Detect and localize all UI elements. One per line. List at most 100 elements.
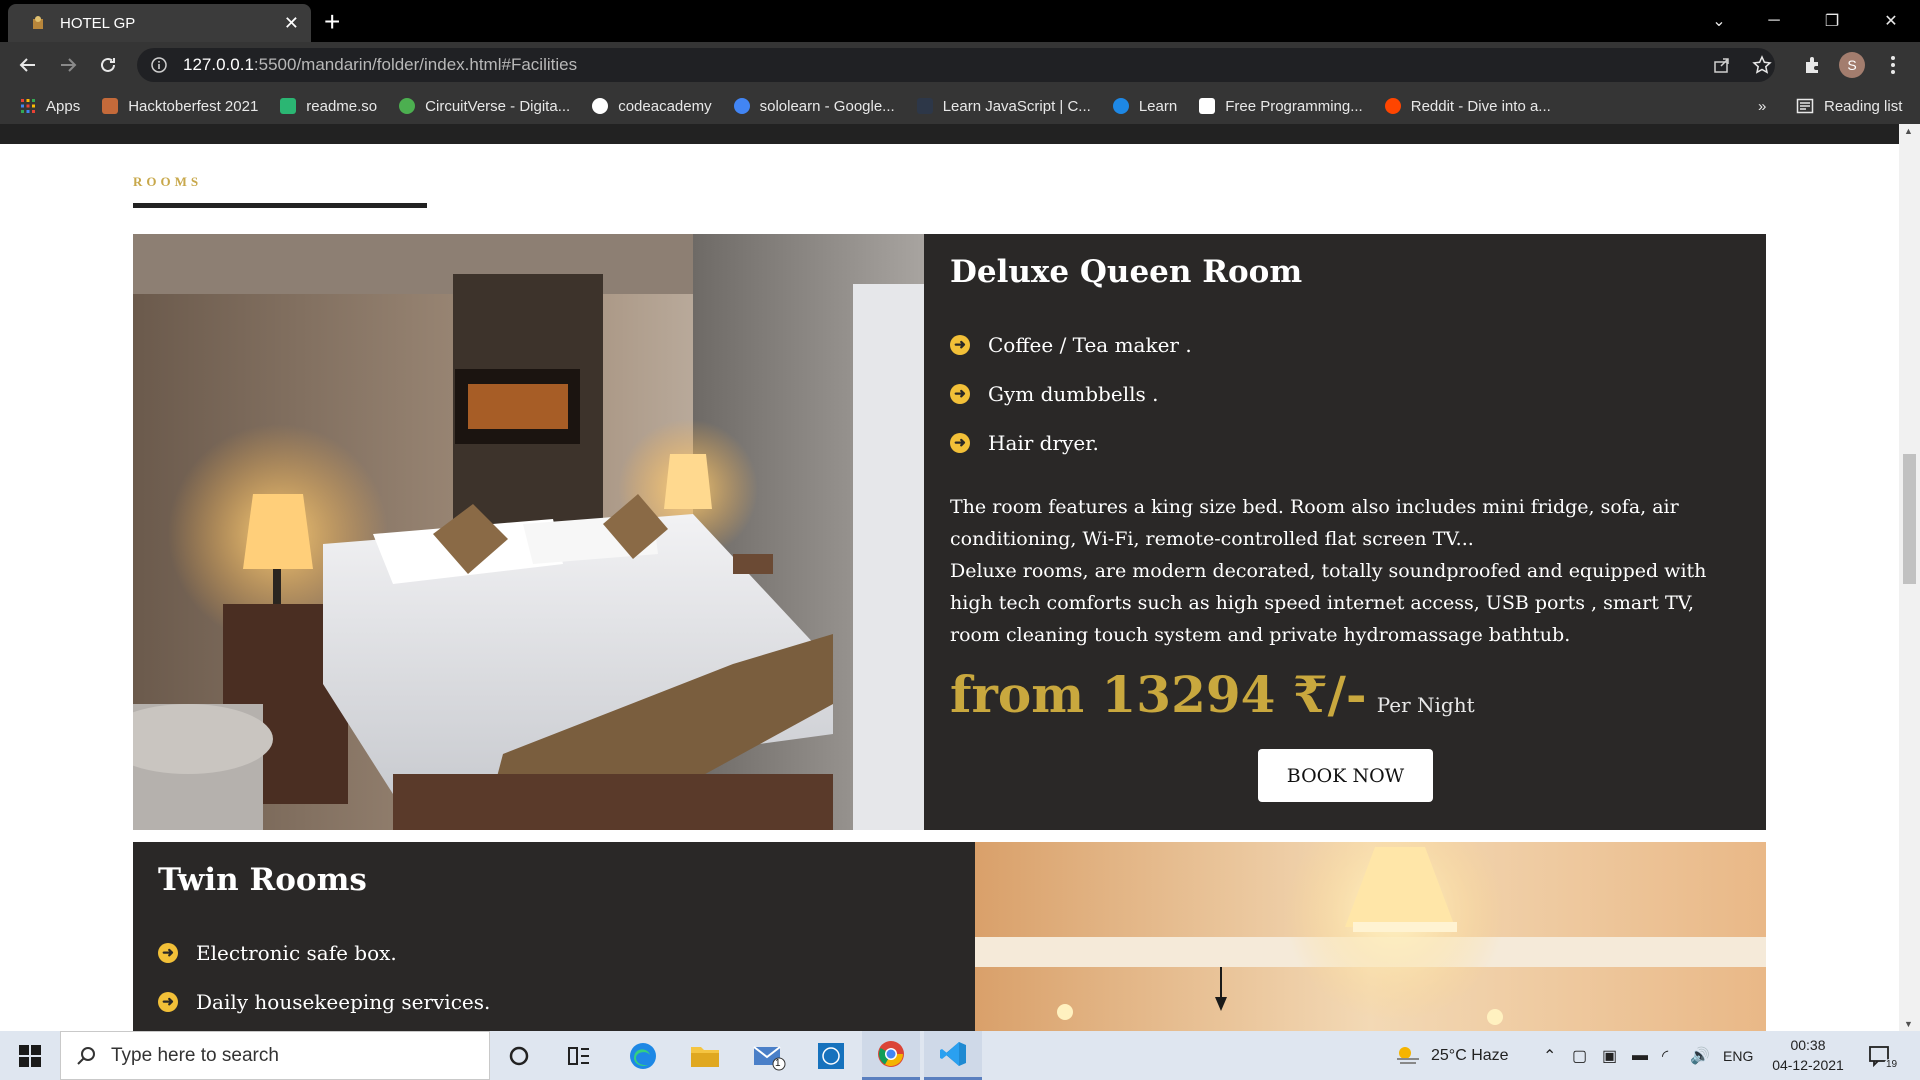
bookmark-free-programming[interactable]: Free Programming... bbox=[1199, 98, 1363, 115]
mail-app[interactable]: 1 bbox=[740, 1031, 798, 1080]
profile-avatar[interactable]: S bbox=[1839, 52, 1865, 78]
system-clock[interactable]: 00:38 04-12-2021 bbox=[1758, 1035, 1858, 1075]
new-tab-button[interactable]: + bbox=[324, 6, 340, 38]
bookmark-apps[interactable]: Apps bbox=[20, 98, 80, 115]
battery-icon[interactable]: ▬ bbox=[1632, 1031, 1648, 1080]
restore-button[interactable]: ❐ bbox=[1803, 0, 1861, 42]
bookmark-hacktoberfest[interactable]: Hacktoberfest 2021 bbox=[102, 98, 258, 115]
arrow-circle-icon: ➜ bbox=[158, 942, 178, 963]
task-view-icon bbox=[568, 1046, 589, 1065]
bookmark-label: Learn JavaScript | C... bbox=[942, 97, 1091, 115]
hacktoberfest-icon bbox=[102, 98, 119, 114]
tab-search-icon[interactable]: ⌄ bbox=[1690, 0, 1748, 42]
bookmark-reddit[interactable]: Reddit - Dive into a... bbox=[1384, 98, 1551, 115]
address-bar[interactable]: 127.0.0.1:5500/mandarin/folder/index.htm… bbox=[137, 48, 1775, 82]
search-icon bbox=[77, 1046, 95, 1065]
free-programming-icon bbox=[1199, 98, 1216, 114]
section-divider bbox=[133, 203, 427, 208]
page-viewport: ROOMS Deluxe Queen Room ➜ Coffee / Tea m… bbox=[0, 124, 1920, 1031]
bookmark-sololearn[interactable]: sololearn - Google... bbox=[733, 97, 895, 115]
amenity-label: Electronic safe box. bbox=[196, 940, 397, 965]
bookmarks-overflow-button[interactable]: » bbox=[1758, 88, 1766, 124]
browser-toolbar: 127.0.0.1:5500/mandarin/folder/index.htm… bbox=[0, 42, 1920, 88]
site-info-icon[interactable] bbox=[151, 57, 167, 73]
room-card-deluxe-queen: Deluxe Queen Room ➜ Coffee / Tea maker . … bbox=[133, 234, 1766, 830]
scrollbar-thumb[interactable] bbox=[1903, 454, 1916, 584]
weather-text: 25°C Haze bbox=[1431, 1046, 1509, 1064]
windows-taskbar: Type here to search 1 25°C Haze ⌃ ▢ ▣ ▬ … bbox=[0, 1031, 1920, 1080]
edge-browser-icon bbox=[630, 1042, 656, 1069]
bookmark-label: CircuitVerse - Digita... bbox=[425, 97, 571, 115]
room-description: The room features a king size bed. Room … bbox=[950, 491, 1740, 651]
bookmark-star-icon[interactable] bbox=[1749, 52, 1775, 78]
arrow-circle-icon: ➜ bbox=[950, 432, 970, 453]
back-button[interactable] bbox=[14, 51, 42, 79]
url-host: 127.0.0.1 bbox=[183, 55, 254, 74]
scroll-down-icon[interactable]: ▼ bbox=[1904, 1019, 1913, 1029]
description-line-2: Deluxe rooms, are modern decorated, tota… bbox=[950, 560, 1707, 646]
tray-chevron-icon[interactable]: ⌃ bbox=[1543, 1031, 1556, 1080]
clock-time: 00:38 bbox=[1790, 1037, 1826, 1053]
page-scrollbar[interactable]: ▲ ▼ bbox=[1899, 124, 1920, 1031]
bookmark-label: sololearn - Google... bbox=[759, 97, 895, 115]
edge-app[interactable] bbox=[614, 1031, 672, 1080]
per-night-label: Per Night bbox=[1376, 693, 1475, 717]
amenity-label: Gym dumbbells . bbox=[988, 381, 1159, 406]
chrome-icon bbox=[878, 1041, 904, 1067]
chrome-app[interactable] bbox=[862, 1031, 920, 1080]
minimize-button[interactable]: ─ bbox=[1745, 0, 1803, 42]
scroll-up-icon[interactable]: ▲ bbox=[1904, 126, 1913, 136]
amenities-list: ➜ Coffee / Tea maker . ➜ Gym dumbbells . ➜… bbox=[950, 320, 1740, 467]
language-indicator[interactable]: ENG bbox=[1723, 1031, 1753, 1080]
section-label-rooms: ROOMS bbox=[133, 174, 203, 189]
bookmark-learn[interactable]: Learn bbox=[1112, 98, 1177, 115]
tab-close-icon[interactable]: ✕ bbox=[284, 13, 299, 34]
bookmark-circuitverse[interactable]: CircuitVerse - Digita... bbox=[399, 98, 570, 115]
notifications-button[interactable]: 19 bbox=[1868, 1031, 1900, 1080]
task-view-button[interactable] bbox=[550, 1031, 608, 1080]
share-icon[interactable] bbox=[1709, 52, 1735, 78]
cortana-circle-icon bbox=[509, 1046, 529, 1065]
tab-title: HOTEL GP bbox=[60, 14, 136, 32]
dell-icon bbox=[818, 1042, 844, 1069]
start-button[interactable] bbox=[0, 1031, 60, 1080]
meet-now-icon[interactable]: ▢ bbox=[1572, 1031, 1587, 1080]
hotel-favicon-icon bbox=[33, 16, 43, 29]
amenity-label: Daily housekeeping services. bbox=[196, 989, 491, 1014]
browser-tab[interactable]: HOTEL GP ✕ bbox=[8, 4, 311, 42]
weather-widget[interactable]: 25°C Haze bbox=[1395, 1031, 1509, 1080]
back-arrow-icon bbox=[19, 58, 35, 72]
globe-icon bbox=[399, 98, 416, 114]
close-window-button[interactable]: ✕ bbox=[1862, 0, 1920, 42]
bookmark-label: codeacademy bbox=[618, 97, 712, 115]
room-price: from 13294 ₹/- bbox=[950, 665, 1367, 724]
dell-app[interactable] bbox=[802, 1031, 860, 1080]
forward-button[interactable] bbox=[54, 51, 82, 79]
room-title: Deluxe Queen Room bbox=[950, 254, 1303, 290]
room-card-twin: Twin Rooms ➜ Electronic safe box. ➜ Daily … bbox=[133, 842, 1766, 1031]
book-now-button[interactable]: BOOK NOW bbox=[1258, 749, 1433, 802]
room-details: Twin Rooms ➜ Electronic safe box. ➜ Daily … bbox=[158, 862, 948, 1026]
weather-haze-icon bbox=[1397, 1046, 1419, 1064]
bookmark-readme[interactable]: readme.so bbox=[280, 98, 377, 115]
bookmark-learn-javascript[interactable]: Learn JavaScript | C... bbox=[916, 97, 1091, 115]
windows-logo-icon bbox=[19, 1044, 41, 1067]
bookmark-label: readme.so bbox=[306, 97, 378, 115]
extensions-puzzle-icon[interactable] bbox=[1799, 52, 1825, 78]
vscode-app[interactable] bbox=[924, 1031, 982, 1080]
bookmark-codeacademy[interactable]: codeacademy bbox=[592, 97, 712, 115]
amenity-label: Hair dryer. bbox=[988, 430, 1099, 455]
volume-icon[interactable]: 🔊 bbox=[1690, 1031, 1710, 1080]
wifi-icon[interactable]: ◜ bbox=[1662, 1031, 1668, 1080]
reading-list-button[interactable]: Reading list bbox=[1796, 88, 1902, 124]
menu-kebab-icon[interactable] bbox=[1880, 52, 1906, 78]
room-details: Deluxe Queen Room ➜ Coffee / Tea maker . … bbox=[950, 254, 1740, 724]
bookmark-label: Free Programming... bbox=[1225, 97, 1363, 115]
reload-button[interactable] bbox=[94, 51, 122, 79]
header-band bbox=[0, 124, 1899, 144]
reddit-icon bbox=[1384, 98, 1401, 114]
taskbar-search[interactable]: Type here to search bbox=[60, 1031, 490, 1080]
cortana-button[interactable] bbox=[490, 1031, 548, 1080]
battery-settings-icon[interactable]: ▣ bbox=[1602, 1031, 1617, 1080]
file-explorer-app[interactable] bbox=[676, 1031, 734, 1080]
